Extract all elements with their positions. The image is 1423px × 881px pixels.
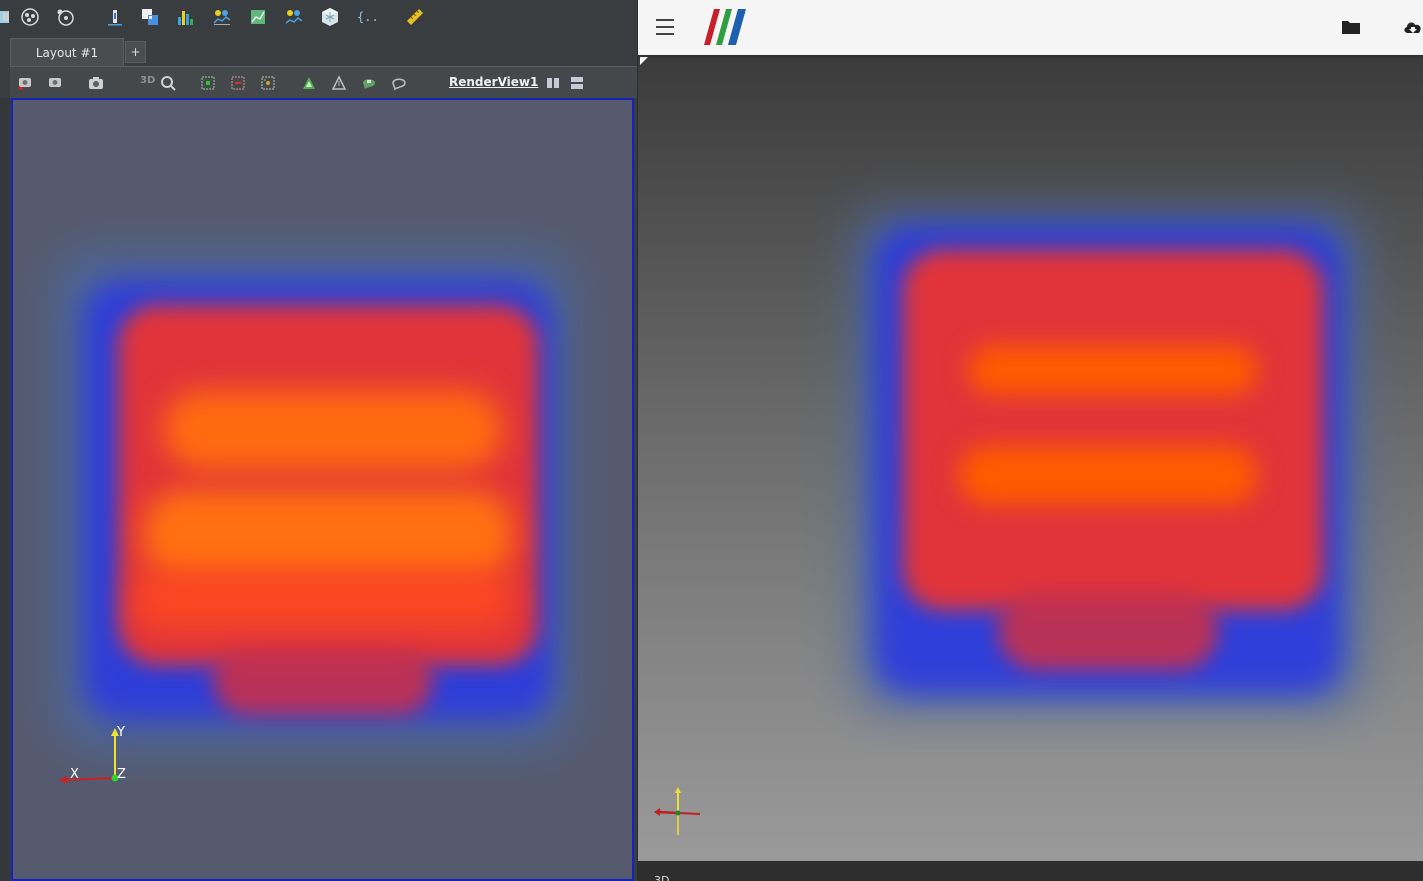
layout-tab-strip: Layout #1 + [0, 36, 637, 66]
histogram-icon[interactable] [175, 6, 197, 28]
capture-screenshot-icon[interactable] [87, 74, 105, 92]
render-view-name[interactable]: RenderView1 [449, 75, 538, 89]
paraview-desktop-window: {..} Layout #1 + 3D [0, 0, 637, 881]
ruler-icon[interactable] [404, 6, 426, 28]
web-orientation-axes [654, 787, 701, 835]
menu-icon[interactable] [653, 16, 677, 38]
web-render-view[interactable] [638, 55, 1423, 861]
select-cells-on-icon[interactable] [199, 74, 217, 92]
pipeline-panel-edge [0, 98, 10, 881]
volume-orange-band-lower [143, 490, 513, 580]
select-points-on-icon[interactable] [229, 74, 247, 92]
paraview-web-app: 3D [638, 0, 1423, 881]
split-vertical-icon[interactable] [568, 74, 586, 92]
zoom-to-box-icon[interactable] [159, 74, 177, 92]
paraview-logo [704, 9, 746, 45]
plot-over-line-icon[interactable] [211, 6, 233, 28]
view-toolbar: 3D RenderView1 [10, 66, 637, 98]
hover-cells-icon[interactable] [360, 74, 378, 92]
app-toolbar [638, 0, 1423, 55]
hover-points-icon[interactable] [330, 74, 348, 92]
folder-icon[interactable] [1340, 17, 1362, 37]
interactive-select-icon[interactable] [300, 74, 318, 92]
clear-selection-icon[interactable] [390, 74, 408, 92]
split-horizontal-icon[interactable] [544, 74, 562, 92]
tab-layout-1[interactable]: Layout #1 [10, 38, 124, 66]
web-status-bar: 3D [638, 861, 1423, 881]
plot-selection-icon[interactable] [283, 6, 305, 28]
python-calculator-icon[interactable]: {..} [355, 6, 377, 28]
plot-data-icon[interactable] [247, 6, 269, 28]
view-type-label: 3D [654, 874, 670, 881]
volume-orange-band-upper [163, 390, 503, 470]
web-volume-red-body [903, 250, 1323, 610]
stream-tracer-icon[interactable] [54, 6, 76, 28]
add-layout-tab-button[interactable]: + [125, 41, 146, 63]
volume-lower-lobe [213, 645, 433, 715]
extract-selection-icon[interactable] [139, 6, 161, 28]
view-corner-marker [640, 57, 648, 65]
axis-label-y: Y [117, 725, 125, 740]
svg-text:{..}: {..} [357, 10, 376, 24]
cloud-download-icon[interactable] [1402, 16, 1423, 38]
web-volume-orange-band-lower [958, 445, 1258, 505]
web-volume-orange-band-upper [968, 345, 1258, 395]
select-block-icon[interactable] [259, 74, 277, 92]
web-volume-lower-lobe [998, 590, 1218, 670]
projection-toggle-3d[interactable]: 3D [140, 75, 155, 86]
reset-camera-icon[interactable] [16, 74, 34, 92]
render-view-canvas[interactable]: Y X Z [11, 98, 634, 881]
probe-line-icon[interactable] [104, 6, 126, 28]
axis-label-z: Z [117, 767, 126, 782]
axis-label-x: X [70, 767, 79, 782]
glyph-cube-icon[interactable] [319, 6, 341, 28]
orientation-axes [59, 728, 119, 784]
clip-filter-icon[interactable] [0, 6, 16, 28]
reset-camera-closest-icon[interactable] [46, 74, 64, 92]
filters-toolbar: {..} [0, 0, 637, 36]
glyph-filter-icon[interactable] [19, 6, 41, 28]
volume-red-band [133, 570, 513, 630]
